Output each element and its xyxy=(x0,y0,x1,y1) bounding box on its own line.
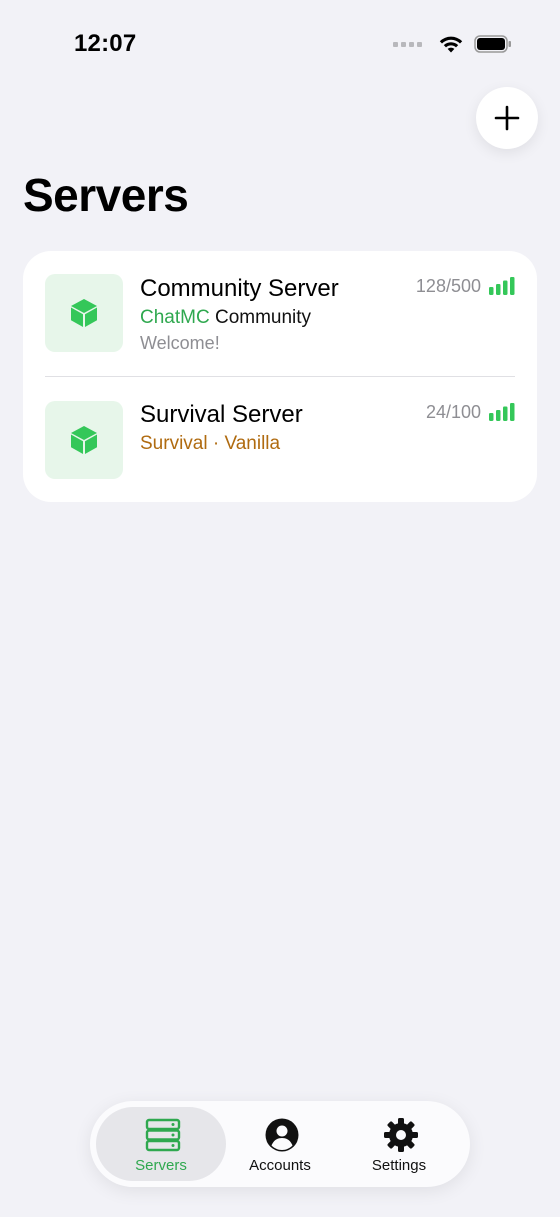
cellular-signal-icon xyxy=(393,41,422,47)
page-title: Servers xyxy=(23,169,189,221)
plus-icon xyxy=(494,105,520,131)
signal-bars-icon xyxy=(489,277,515,295)
status-time: 12:07 xyxy=(74,30,137,57)
server-row-survival[interactable]: Survival Server Survival · Vanilla 24/10… xyxy=(23,377,537,502)
status-icons xyxy=(393,34,512,54)
add-server-button[interactable] xyxy=(476,87,538,149)
tab-label: Accounts xyxy=(249,1157,311,1174)
cube-icon xyxy=(71,299,97,327)
server-rack-icon xyxy=(145,1118,181,1152)
server-row-community[interactable]: Community Server ChatMC Community Welcom… xyxy=(23,251,537,376)
server-name: Community Server xyxy=(140,275,339,302)
motd-highlight: ChatMC xyxy=(140,307,210,328)
status-bar: 12:07 xyxy=(0,0,560,90)
signal-bars-icon xyxy=(489,403,515,421)
motd-text: Community xyxy=(209,307,312,328)
server-name: Survival Server xyxy=(140,401,303,428)
person-circle-icon xyxy=(265,1118,299,1152)
tab-label: Settings xyxy=(371,1157,427,1174)
player-count: 24/100 xyxy=(425,402,481,422)
motd-text: Survival · Vanilla xyxy=(140,433,281,454)
battery-icon xyxy=(474,35,511,53)
server-icon xyxy=(45,274,123,352)
tab-label: Servers xyxy=(135,1157,187,1174)
gear-icon xyxy=(384,1118,418,1152)
server-motd: ChatMC Community xyxy=(140,307,311,329)
tab-accounts[interactable]: Accounts xyxy=(215,1107,345,1181)
tab-settings[interactable]: Settings xyxy=(334,1107,464,1181)
tab-servers[interactable]: Servers xyxy=(96,1107,226,1181)
cube-icon xyxy=(71,426,97,454)
server-motd-line2: Welcome! xyxy=(140,333,220,353)
wifi-icon xyxy=(439,36,463,53)
server-icon xyxy=(45,401,123,479)
server-motd: Survival · Vanilla xyxy=(140,433,280,455)
server-list: Community Server ChatMC Community Welcom… xyxy=(23,251,537,502)
player-count: 128/500 xyxy=(415,276,481,296)
tab-bar: Servers Accounts Settings xyxy=(90,1101,470,1187)
